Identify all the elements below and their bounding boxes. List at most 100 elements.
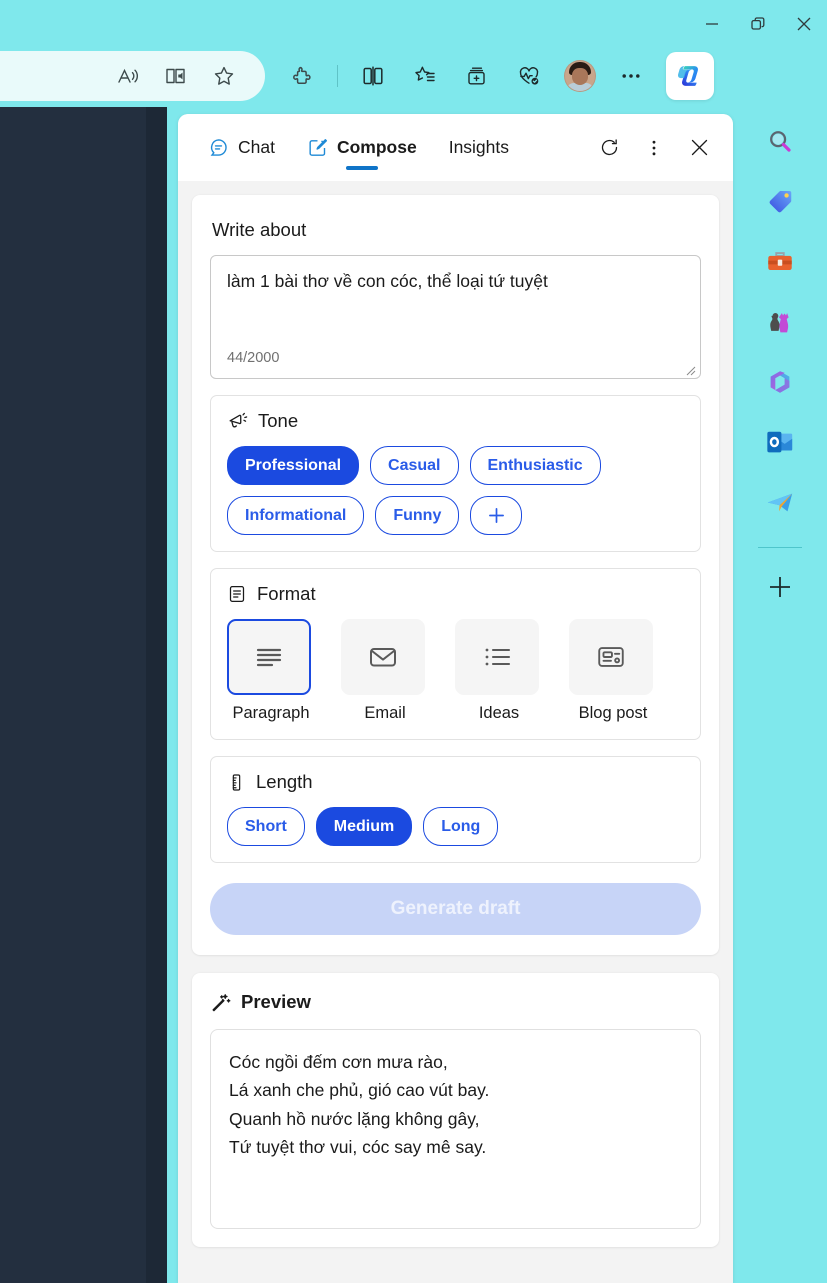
favorites-list-icon[interactable]: [408, 59, 442, 93]
toolbar-separator: [337, 65, 338, 87]
character-count: 44/2000: [227, 350, 280, 366]
prompt-input[interactable]: làm 1 bài thơ về con cóc, thể loại tứ tu…: [210, 255, 701, 379]
preview-line: Cóc ngồi đếm cơn mưa rào,: [229, 1052, 448, 1072]
format-section: Format Paragraph Email Ideas Blog post: [210, 568, 701, 740]
ruler-icon: [227, 773, 246, 792]
restore-icon[interactable]: [735, 0, 781, 48]
browser-window: Chat Compose Insights Write about làm 1 …: [0, 0, 827, 1283]
magic-wand-icon: [210, 992, 231, 1013]
length-title: Length: [256, 771, 313, 792]
copilot-tabs: Chat Compose Insights: [192, 122, 525, 174]
tab-chat[interactable]: Chat: [192, 122, 291, 174]
copilot-panel: Chat Compose Insights Write about làm 1 …: [178, 114, 733, 1283]
sidebar-item-outlook[interactable]: [759, 421, 801, 463]
format-option-blog-post[interactable]: Blog post: [569, 619, 657, 723]
more-options-icon[interactable]: [638, 132, 670, 164]
prompt-value: làm 1 bài thơ về con cóc, thể loại tứ tu…: [227, 271, 548, 291]
megaphone-icon: [227, 411, 248, 432]
format-options: Paragraph Email Ideas Blog post: [227, 619, 684, 723]
length-header: Length: [227, 771, 684, 793]
toolbar-right-actions: [285, 51, 714, 101]
copilot-panel-body: Write about làm 1 bài thơ về con cóc, th…: [178, 181, 733, 1283]
preview-card: Preview Cóc ngồi đếm cơn mưa rào, Lá xan…: [192, 973, 719, 1247]
browser-essentials-icon[interactable]: [512, 59, 546, 93]
immersive-reader-icon[interactable]: [159, 59, 193, 93]
edge-sidebar: [733, 107, 827, 1283]
compose-pencil-icon: [307, 137, 328, 158]
sidebar-item-shopping[interactable]: [759, 181, 801, 223]
compose-card: Write about làm 1 bài thơ về con cóc, th…: [192, 195, 719, 955]
copilot-panel-header: Chat Compose Insights: [178, 114, 733, 181]
format-option-email[interactable]: Email: [341, 619, 429, 723]
format-label-blog-post: Blog post: [578, 704, 648, 722]
profile-avatar[interactable]: [564, 60, 596, 92]
format-label-email: Email: [364, 704, 406, 722]
tab-compose-label: Compose: [336, 137, 417, 157]
resize-grip-icon[interactable]: [684, 363, 696, 376]
preview-line: Lá xanh che phủ, gió cao vút bay.: [229, 1080, 490, 1101]
sidebar-item-search[interactable]: [759, 121, 801, 163]
format-header: Format: [227, 583, 684, 605]
format-title: Format: [257, 583, 316, 604]
web-page-content: [0, 107, 167, 1283]
document-format-icon: [227, 584, 247, 604]
preview-content: Cóc ngồi đếm cơn mưa rào, Lá xanh che ph…: [210, 1029, 701, 1229]
tone-header: Tone: [227, 410, 684, 432]
tone-section: Tone Professional Casual Enthusiastic In…: [210, 395, 701, 552]
tone-chip-funny[interactable]: Funny: [375, 496, 460, 535]
collections-icon[interactable]: [460, 59, 494, 93]
extensions-icon[interactable]: [285, 59, 319, 93]
copilot-icon[interactable]: [666, 52, 714, 100]
generate-draft-button[interactable]: Generate draft: [210, 883, 701, 935]
read-aloud-icon[interactable]: [111, 59, 145, 93]
close-icon[interactable]: [683, 132, 715, 164]
format-option-ideas[interactable]: Ideas: [455, 619, 543, 723]
length-chip-short[interactable]: Short: [227, 807, 305, 846]
tab-active-indicator: [345, 166, 378, 170]
preview-header: Preview: [210, 991, 701, 1013]
window-controls: [689, 0, 827, 48]
sidebar-item-games[interactable]: [759, 301, 801, 343]
address-bar-actions: [0, 51, 265, 101]
refresh-icon[interactable]: [593, 132, 625, 164]
preview-line: Quanh hồ nước lặng không gây,: [229, 1108, 480, 1129]
tone-chip-informational[interactable]: Informational: [227, 496, 365, 535]
sidebar-divider: [758, 547, 802, 548]
minimize-icon[interactable]: [689, 0, 735, 48]
tone-title: Tone: [258, 410, 299, 431]
length-options: Short Medium Long: [227, 807, 684, 846]
write-about-label: Write about: [212, 219, 307, 240]
preview-title: Preview: [241, 991, 311, 1012]
sidebar-item-telegram[interactable]: [759, 481, 801, 523]
blog-post-icon: [569, 619, 653, 695]
sidebar-item-tools[interactable]: [759, 241, 801, 283]
tone-chip-casual[interactable]: Casual: [370, 446, 459, 485]
length-chip-medium[interactable]: Medium: [315, 807, 413, 846]
add-custom-tone-button[interactable]: [470, 496, 523, 535]
tab-insights-label: Insights: [448, 137, 510, 157]
envelope-icon: [341, 619, 425, 695]
panel-header-actions: [593, 132, 715, 164]
tone-chip-professional[interactable]: Professional: [227, 446, 360, 485]
preview-line: Tứ tuyệt thơ vui, cóc say mê say.: [229, 1137, 487, 1158]
tone-options: Professional Casual Enthusiastic Informa…: [227, 446, 684, 535]
paragraph-lines-icon: [227, 619, 311, 695]
add-sidebar-icon[interactable]: [759, 566, 801, 608]
split-screen-icon[interactable]: [356, 59, 390, 93]
tab-compose[interactable]: Compose: [291, 122, 433, 174]
length-chip-long[interactable]: Long: [423, 807, 499, 846]
tone-chip-enthusiastic[interactable]: Enthusiastic: [469, 446, 601, 485]
bullet-list-icon: [455, 619, 539, 695]
tab-chat-label: Chat: [238, 137, 275, 157]
title-bar: [0, 0, 827, 48]
settings-more-icon[interactable]: [614, 59, 648, 93]
format-label-paragraph: Paragraph: [232, 704, 310, 722]
format-option-paragraph[interactable]: Paragraph: [227, 619, 315, 723]
tab-insights[interactable]: Insights: [433, 122, 525, 174]
sidebar-item-microsoft365[interactable]: [759, 361, 801, 403]
chat-bubble-icon: [208, 137, 229, 158]
close-icon[interactable]: [781, 0, 827, 48]
format-label-ideas: Ideas: [478, 704, 520, 722]
favorite-star-icon[interactable]: [207, 59, 241, 93]
browser-toolbar: [0, 48, 827, 104]
